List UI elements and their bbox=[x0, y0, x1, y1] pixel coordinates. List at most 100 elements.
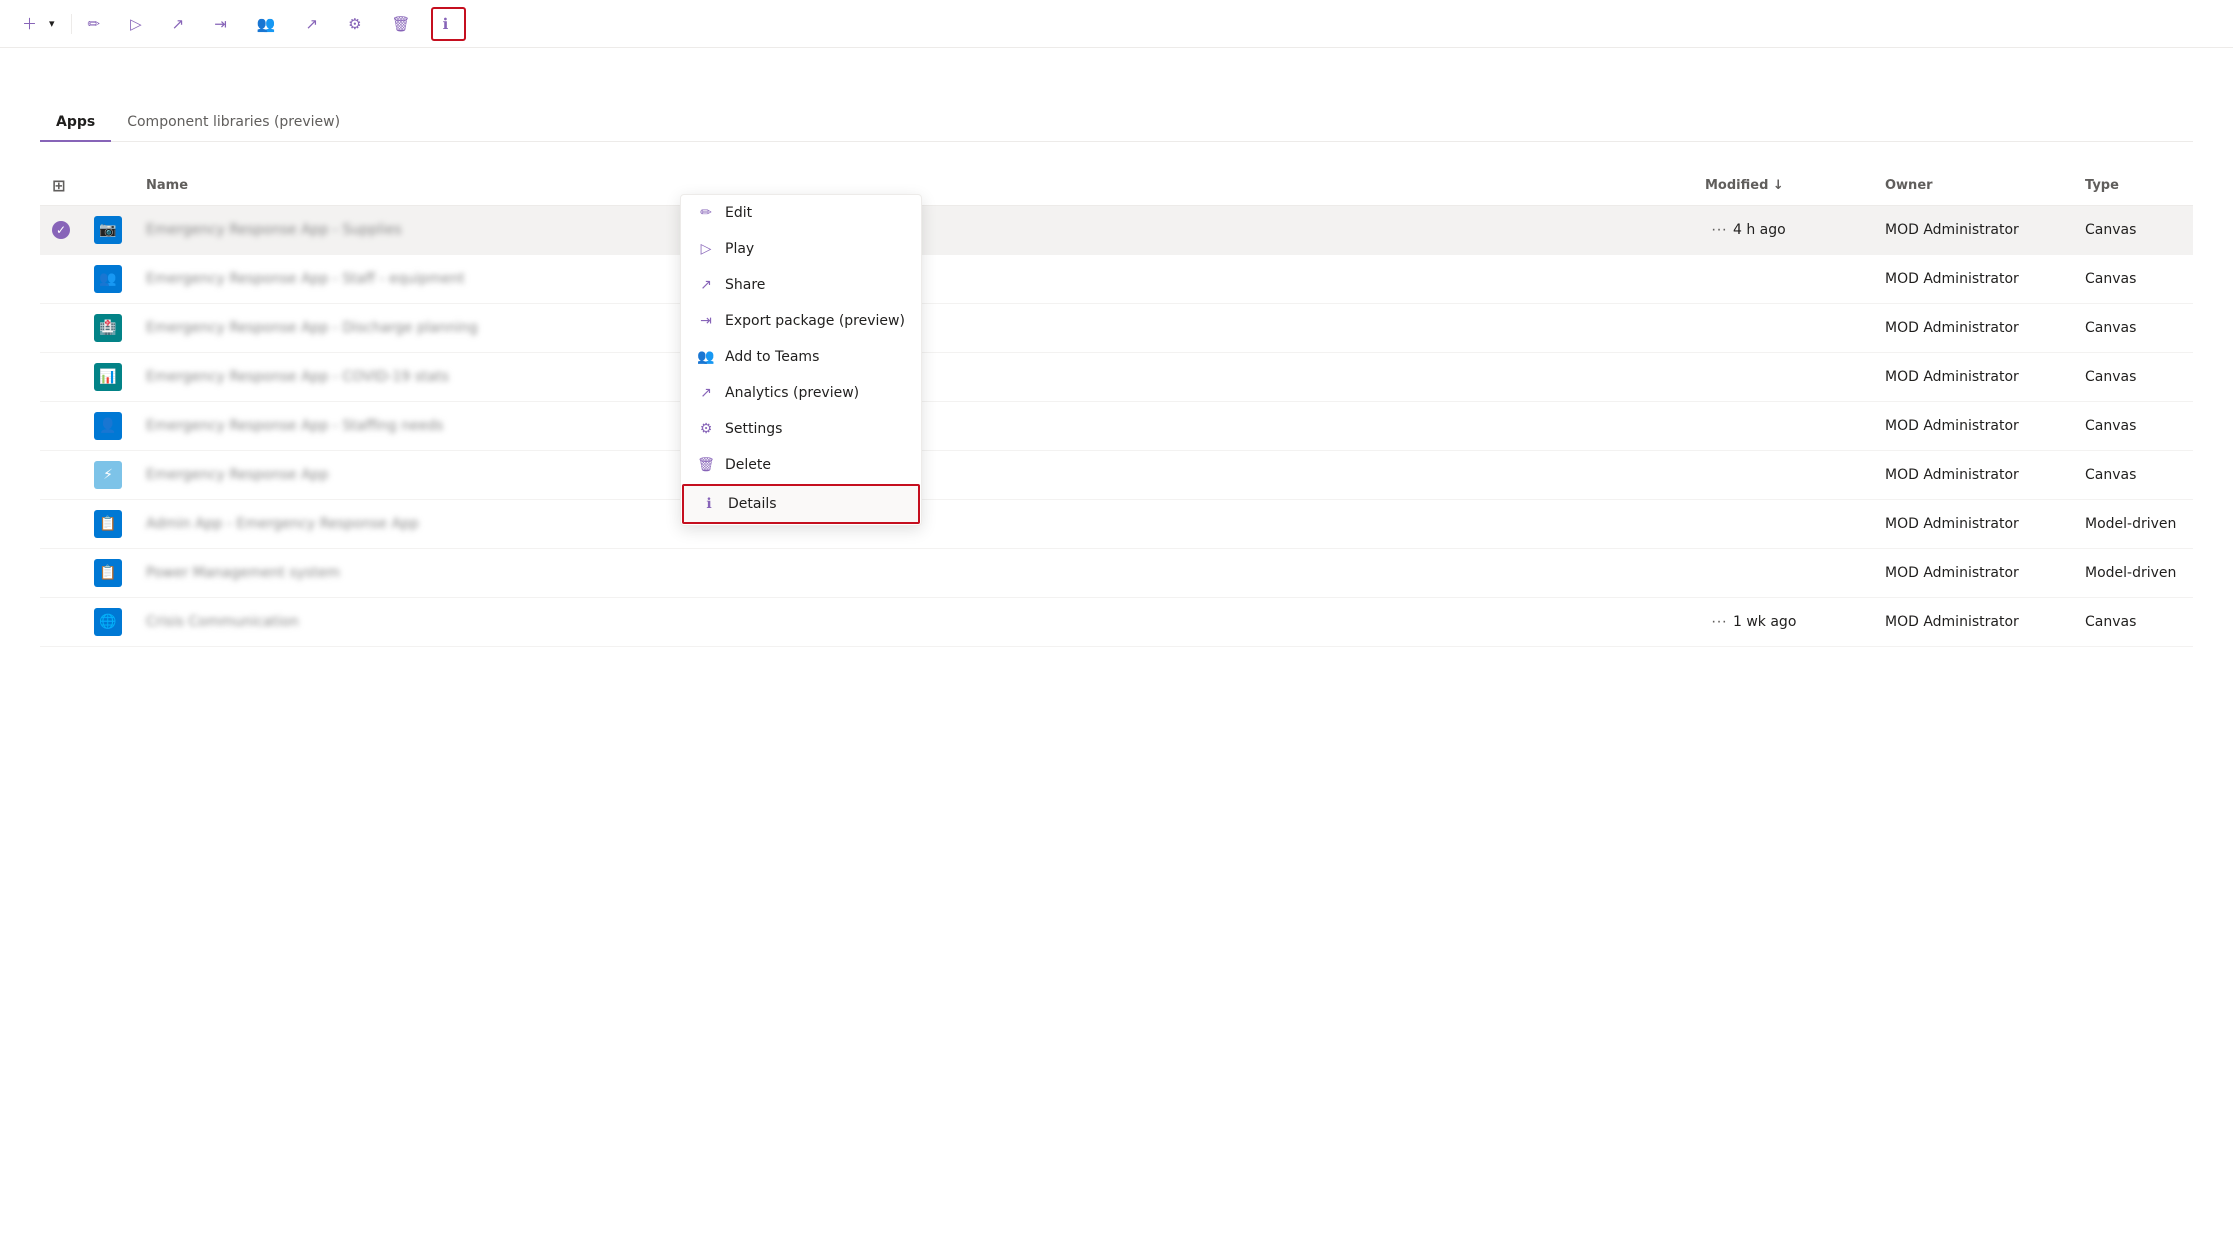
col-select: ⊞ bbox=[40, 166, 82, 206]
table-row[interactable]: ✓📷Emergency Response App - Supplies···4 … bbox=[40, 206, 2193, 255]
table-row[interactable]: 📊Emergency Response App - COVID-19 stats… bbox=[40, 353, 2193, 402]
share-icon: ↗ bbox=[172, 15, 185, 33]
row-app-name: Power Management system bbox=[134, 549, 1693, 598]
row-app-icon: 👥 bbox=[82, 255, 134, 304]
row-more-button[interactable]: ··· bbox=[1705, 217, 1733, 243]
context-menu-item[interactable]: ▷ Play bbox=[681, 231, 921, 267]
row-app-icon: 📋 bbox=[82, 500, 134, 549]
row-type: Canvas bbox=[2073, 304, 2193, 353]
row-select[interactable] bbox=[40, 304, 82, 353]
menu-item-icon: ⚙ bbox=[697, 421, 715, 437]
context-menu-item[interactable]: ✏ Edit bbox=[681, 195, 921, 231]
delete-button[interactable]: 🗑 bbox=[382, 9, 427, 39]
menu-item-icon: ↗ bbox=[697, 385, 715, 401]
app-icon: ⚡ bbox=[94, 461, 122, 489]
row-select[interactable] bbox=[40, 598, 82, 647]
settings-icon: ⚙ bbox=[348, 15, 361, 33]
row-modified bbox=[1693, 500, 1873, 549]
row-select[interactable]: ✓ bbox=[40, 206, 82, 255]
menu-item-icon: ▷ bbox=[697, 241, 715, 257]
tabs: Apps Component libraries (preview) bbox=[40, 104, 2193, 142]
table-row[interactable]: 📋 Power Management system MOD Administrato… bbox=[40, 549, 2193, 598]
teams-icon: 👥 bbox=[257, 15, 276, 33]
apps-table-container: ⊞ Name Modified ↓ Owner Type ✓📷Emergency… bbox=[40, 166, 2193, 647]
context-menu-item[interactable]: 👥Add to Teams bbox=[681, 339, 921, 375]
menu-item-icon: 🗑 bbox=[697, 457, 715, 473]
col-type: Type bbox=[2073, 166, 2193, 206]
tab-component-libraries[interactable]: Component libraries (preview) bbox=[111, 104, 356, 142]
menu-item-label: Analytics (preview) bbox=[725, 385, 859, 401]
share-button[interactable]: ↗ bbox=[162, 9, 201, 39]
row-type: Model-driven bbox=[2073, 549, 2193, 598]
row-select[interactable] bbox=[40, 451, 82, 500]
table-row[interactable]: ⚡Emergency Response AppMOD Administrator… bbox=[40, 451, 2193, 500]
context-menu: ✏ Edit ▷ Play ↗Share⇥Export package (preview… bbox=[680, 194, 922, 526]
row-type: Canvas bbox=[2073, 255, 2193, 304]
plus-icon: ＋ bbox=[22, 13, 37, 34]
row-more-button[interactable]: ··· bbox=[1705, 609, 1733, 635]
row-owner: MOD Administrator bbox=[1873, 598, 2073, 647]
table-row[interactable]: 🏥Emergency Response App - Discharge plan… bbox=[40, 304, 2193, 353]
app-icon: 👥 bbox=[94, 265, 122, 293]
toolbar: ＋ ▾ ✏ ▷ ↗ ⇥ 👥 ↗ ⚙ 🗑 ℹ bbox=[0, 0, 2233, 48]
menu-item-label: Details bbox=[728, 496, 777, 512]
table-row[interactable]: 👤Emergency Response App - Staffing needs… bbox=[40, 402, 2193, 451]
settings-button[interactable]: ⚙ bbox=[338, 9, 377, 39]
new-app-button[interactable]: ＋ ▾ bbox=[12, 7, 65, 40]
details-icon: ℹ bbox=[443, 15, 449, 33]
row-app-icon: 📷 bbox=[82, 206, 134, 255]
context-menu-item[interactable]: 🗑Delete bbox=[681, 447, 921, 483]
menu-item-label: Export package (preview) bbox=[725, 313, 905, 329]
row-owner: MOD Administrator bbox=[1873, 353, 2073, 402]
row-modified bbox=[1693, 402, 1873, 451]
add-to-teams-button[interactable]: 👥 bbox=[247, 9, 292, 39]
export-button[interactable]: ⇥ bbox=[204, 9, 243, 39]
row-app-name: Crisis Communication bbox=[134, 598, 1693, 647]
row-app-icon: 👤 bbox=[82, 402, 134, 451]
row-type: Canvas bbox=[2073, 353, 2193, 402]
row-select[interactable] bbox=[40, 255, 82, 304]
menu-item-label: Settings bbox=[725, 421, 782, 437]
row-select[interactable] bbox=[40, 402, 82, 451]
row-select[interactable] bbox=[40, 549, 82, 598]
table-row[interactable]: 🌐Crisis Communication···1 wk agoMOD Admi… bbox=[40, 598, 2193, 647]
toolbar-divider-1 bbox=[71, 14, 72, 34]
apps-table: ⊞ Name Modified ↓ Owner Type ✓📷Emergency… bbox=[40, 166, 2193, 647]
context-menu-item[interactable]: ↗Share bbox=[681, 267, 921, 303]
app-icon: 🌐 bbox=[94, 608, 122, 636]
export-icon: ⇥ bbox=[214, 15, 227, 33]
tab-apps[interactable]: Apps bbox=[40, 104, 111, 142]
row-select[interactable] bbox=[40, 500, 82, 549]
table-row[interactable]: 👥Emergency Response App - Staff - equipm… bbox=[40, 255, 2193, 304]
menu-item-label: Edit bbox=[725, 205, 752, 221]
col-modified: Modified ↓ bbox=[1693, 166, 1873, 206]
details-button[interactable]: ℹ bbox=[431, 7, 467, 41]
menu-item-icon: ✏ bbox=[697, 205, 715, 221]
context-menu-item[interactable]: ⚙ Settings bbox=[681, 411, 921, 447]
table-row[interactable]: 📋Admin App - Emergency Response AppMOD A… bbox=[40, 500, 2193, 549]
row-owner: MOD Administrator bbox=[1873, 402, 2073, 451]
row-app-icon: 📊 bbox=[82, 353, 134, 402]
play-button[interactable]: ▷ bbox=[120, 9, 158, 39]
row-owner: MOD Administrator bbox=[1873, 549, 2073, 598]
row-app-icon: ⚡ bbox=[82, 451, 134, 500]
row-modified bbox=[1693, 353, 1873, 402]
col-owner: Owner bbox=[1873, 166, 2073, 206]
row-type: Canvas bbox=[2073, 451, 2193, 500]
edit-button[interactable]: ✏ bbox=[78, 9, 117, 39]
row-select[interactable] bbox=[40, 353, 82, 402]
row-app-icon: 📋 bbox=[82, 549, 134, 598]
row-modified: ···4 h ago bbox=[1693, 206, 1873, 255]
context-menu-item[interactable]: ℹDetails bbox=[682, 484, 920, 524]
app-icon: 👤 bbox=[94, 412, 122, 440]
analytics-button[interactable]: ↗ bbox=[296, 9, 335, 39]
edit-icon: ✏ bbox=[88, 15, 101, 33]
app-icon: 📋 bbox=[94, 559, 122, 587]
menu-item-label: Add to Teams bbox=[725, 349, 819, 365]
row-type: Canvas bbox=[2073, 598, 2193, 647]
context-menu-item[interactable]: ↗ Analytics (preview) bbox=[681, 375, 921, 411]
menu-item-label: Play bbox=[725, 241, 754, 257]
col-icon bbox=[82, 166, 134, 206]
context-menu-item[interactable]: ⇥Export package (preview) bbox=[681, 303, 921, 339]
chevron-down-icon: ▾ bbox=[49, 17, 55, 30]
